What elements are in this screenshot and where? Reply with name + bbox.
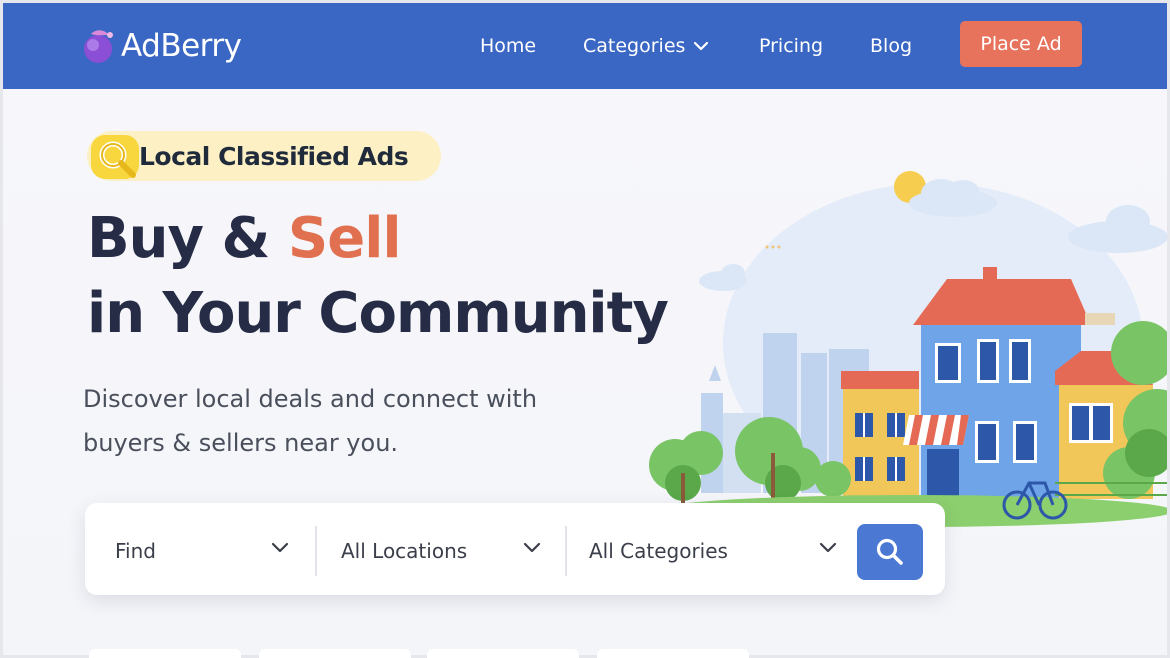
chevron-down-icon[interactable] (271, 542, 289, 554)
search-button[interactable] (857, 524, 923, 580)
chevron-down-icon[interactable] (819, 542, 837, 554)
place-ad-button[interactable]: Place Ad (960, 21, 1082, 67)
category-card[interactable] (259, 649, 411, 658)
headline-line2: in Your Community (87, 281, 669, 346)
berry-logo-icon (84, 30, 113, 63)
community-illustration (649, 171, 1167, 527)
search-divider (315, 526, 317, 576)
hero-subheading: Discover local deals and connect with bu… (83, 385, 538, 457)
category-card[interactable] (89, 649, 241, 658)
top-navbar: AdBerry Home Categories Pricing Blog Pla… (3, 3, 1167, 89)
nav-categories-link[interactable]: Categories (583, 31, 709, 61)
nav-categories-label: Categories (583, 35, 686, 57)
headline-accent: Sell (287, 206, 402, 271)
chevron-down-icon[interactable] (523, 542, 541, 554)
search-icon (876, 538, 903, 565)
magnifier-badge-icon (91, 135, 139, 179)
badge-text: Local Classified Ads (139, 142, 409, 171)
chevron-down-icon (694, 41, 709, 51)
location-select[interactable]: All Locations (341, 529, 551, 573)
headline-part1: Buy & (87, 206, 288, 271)
logo-text: AdBerry (121, 28, 242, 64)
category-card[interactable] (597, 649, 749, 658)
nav-home-link[interactable]: Home (480, 31, 536, 61)
category-select[interactable]: All Categories (589, 529, 839, 573)
category-card[interactable] (427, 649, 579, 658)
find-select[interactable]: Find (115, 529, 295, 573)
search-divider (565, 526, 567, 576)
hero-headline: Buy & Sell in Your Community (87, 201, 669, 351)
nav-pricing-link[interactable]: Pricing (759, 31, 823, 61)
brand-logo[interactable]: AdBerry (79, 21, 242, 71)
nav-blog-link[interactable]: Blog (870, 31, 912, 61)
